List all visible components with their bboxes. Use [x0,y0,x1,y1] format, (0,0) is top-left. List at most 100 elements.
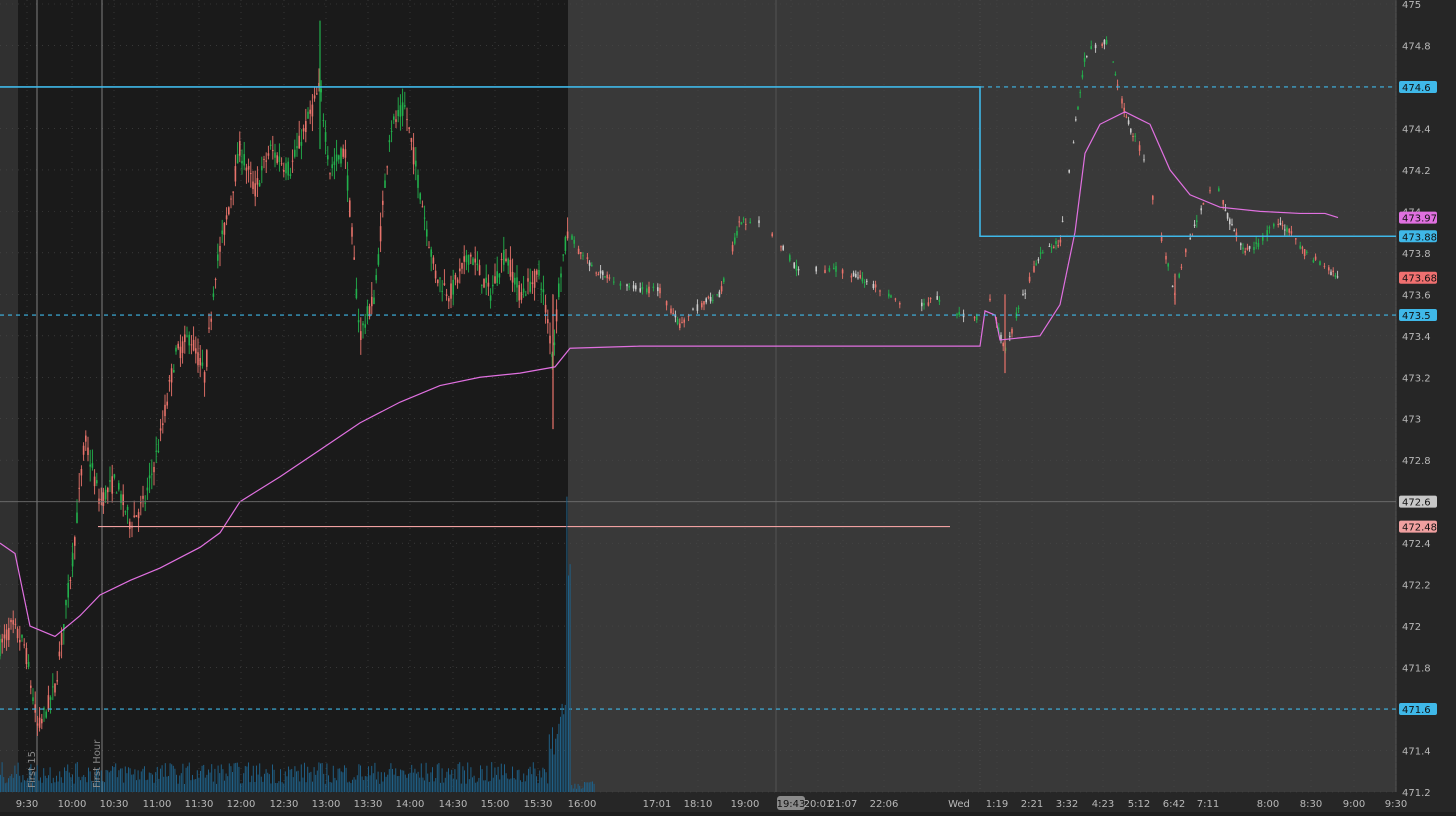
volume-bar [209,772,211,792]
x-tick-label-7: 13:00 [312,799,341,810]
volume-bar [75,763,77,792]
candle-body-387 [1083,57,1086,62]
candle-body-280 [639,288,641,292]
volume-bar [124,766,126,792]
candle-body-165 [362,323,364,326]
candle-body-442 [1277,223,1279,225]
volume-bar [65,770,67,792]
volume-bar [176,774,177,792]
volume-bar [136,780,137,792]
session-regular [18,0,568,792]
volume-bar [473,775,475,792]
price-chart[interactable]: 471.2 471.4 471.6 471.8 472 472.2 472.4 472.6 47… [0,0,1456,812]
volume-bar [88,767,89,792]
candle-body-185 [406,119,408,121]
candle-body-326 [828,268,831,272]
volume-bar [542,767,544,792]
candle-body-187 [410,138,413,142]
y-tick-label-4: 472 [1402,622,1421,633]
volume-bar [468,779,470,792]
candle-body-142 [311,104,314,117]
candle-body-447 [1288,228,1290,233]
volume-bar [534,768,536,792]
volume-bar [59,771,61,792]
candle-body-379 [1059,239,1062,243]
volume-bar [203,764,205,792]
candle-body-54 [118,483,120,490]
candle-body-39 [85,435,87,442]
candle-body-459 [1330,271,1332,276]
candle-body-233 [511,271,514,283]
candle-body-264 [586,257,589,260]
volume-bar [150,773,152,792]
candle-body-78 [170,368,173,383]
candle-body-152 [333,161,336,166]
volume-bar [441,768,443,792]
volume-bar [577,783,579,792]
candle-body-317 [771,233,773,237]
candle-body-217 [476,263,479,266]
candle-body-2 [3,634,6,639]
volume-bar [497,766,499,792]
volume-bar [84,777,86,792]
candle-body-279 [635,285,637,290]
candle-body-210 [461,262,463,269]
y-tick-label-13: 473.8 [1402,249,1431,260]
candle-body-14 [30,685,32,688]
volume-bar [44,775,46,792]
volume-bar [121,768,123,792]
candle-body-236 [518,285,520,301]
volume-bar [254,781,256,792]
candle-body-446 [1286,227,1288,232]
volume-bar [64,767,65,792]
candle-body-176 [386,166,388,168]
volume-bar [272,764,273,792]
volume-bar [556,733,558,792]
candle-body-297 [696,304,699,311]
candle-body-26 [56,680,58,682]
candle-body-105 [230,198,232,200]
y-tick-label-12: 473.6 [1402,290,1431,301]
volume-bar [24,780,25,792]
candle-body-278 [632,285,635,289]
volume-bar [428,781,430,792]
volume-bar [492,777,494,792]
candle-body-227 [498,273,501,278]
candle-body-261 [577,248,580,255]
candle-body-40 [87,447,89,455]
candle-body-445 [1284,229,1286,231]
candle-body-435 [1253,246,1255,250]
volume-bar [323,773,325,792]
candle-body-52 [113,474,116,478]
candle-body-321 [793,262,795,268]
candle-body-189 [415,160,417,167]
candle-body-243 [533,270,536,288]
candle-body-31 [67,582,69,598]
volume-bar [561,703,563,792]
candle-body-85 [186,335,188,337]
volume-bar [73,783,75,792]
session-extended [568,0,1396,792]
candle-body-42 [91,463,94,468]
candle-body-141 [309,109,311,114]
volume-bar [491,762,493,792]
candle-body-239 [525,294,527,296]
x-tick-label-22: 1:19 [986,799,1008,810]
candle-body-150 [329,173,331,175]
volume-bar [478,777,480,792]
volume-bar [192,774,193,792]
candle-body-258 [566,231,569,239]
volume-bar [475,782,477,792]
volume-bar [144,766,145,792]
candle-body-136 [298,135,300,149]
volume-bar [499,779,501,792]
candle-body-383 [1075,119,1077,121]
volume-bar [48,775,49,792]
candle-body-132 [289,174,292,176]
volume-bar [580,788,582,792]
volume-bar [278,781,280,792]
candle-body-180 [395,119,397,122]
volume-bar [379,783,381,792]
chart-svg[interactable]: 471.2 471.4 471.6 471.8 472 472.2 472.4 472.6 47… [0,0,1456,812]
candle-body-426 [1229,219,1231,225]
